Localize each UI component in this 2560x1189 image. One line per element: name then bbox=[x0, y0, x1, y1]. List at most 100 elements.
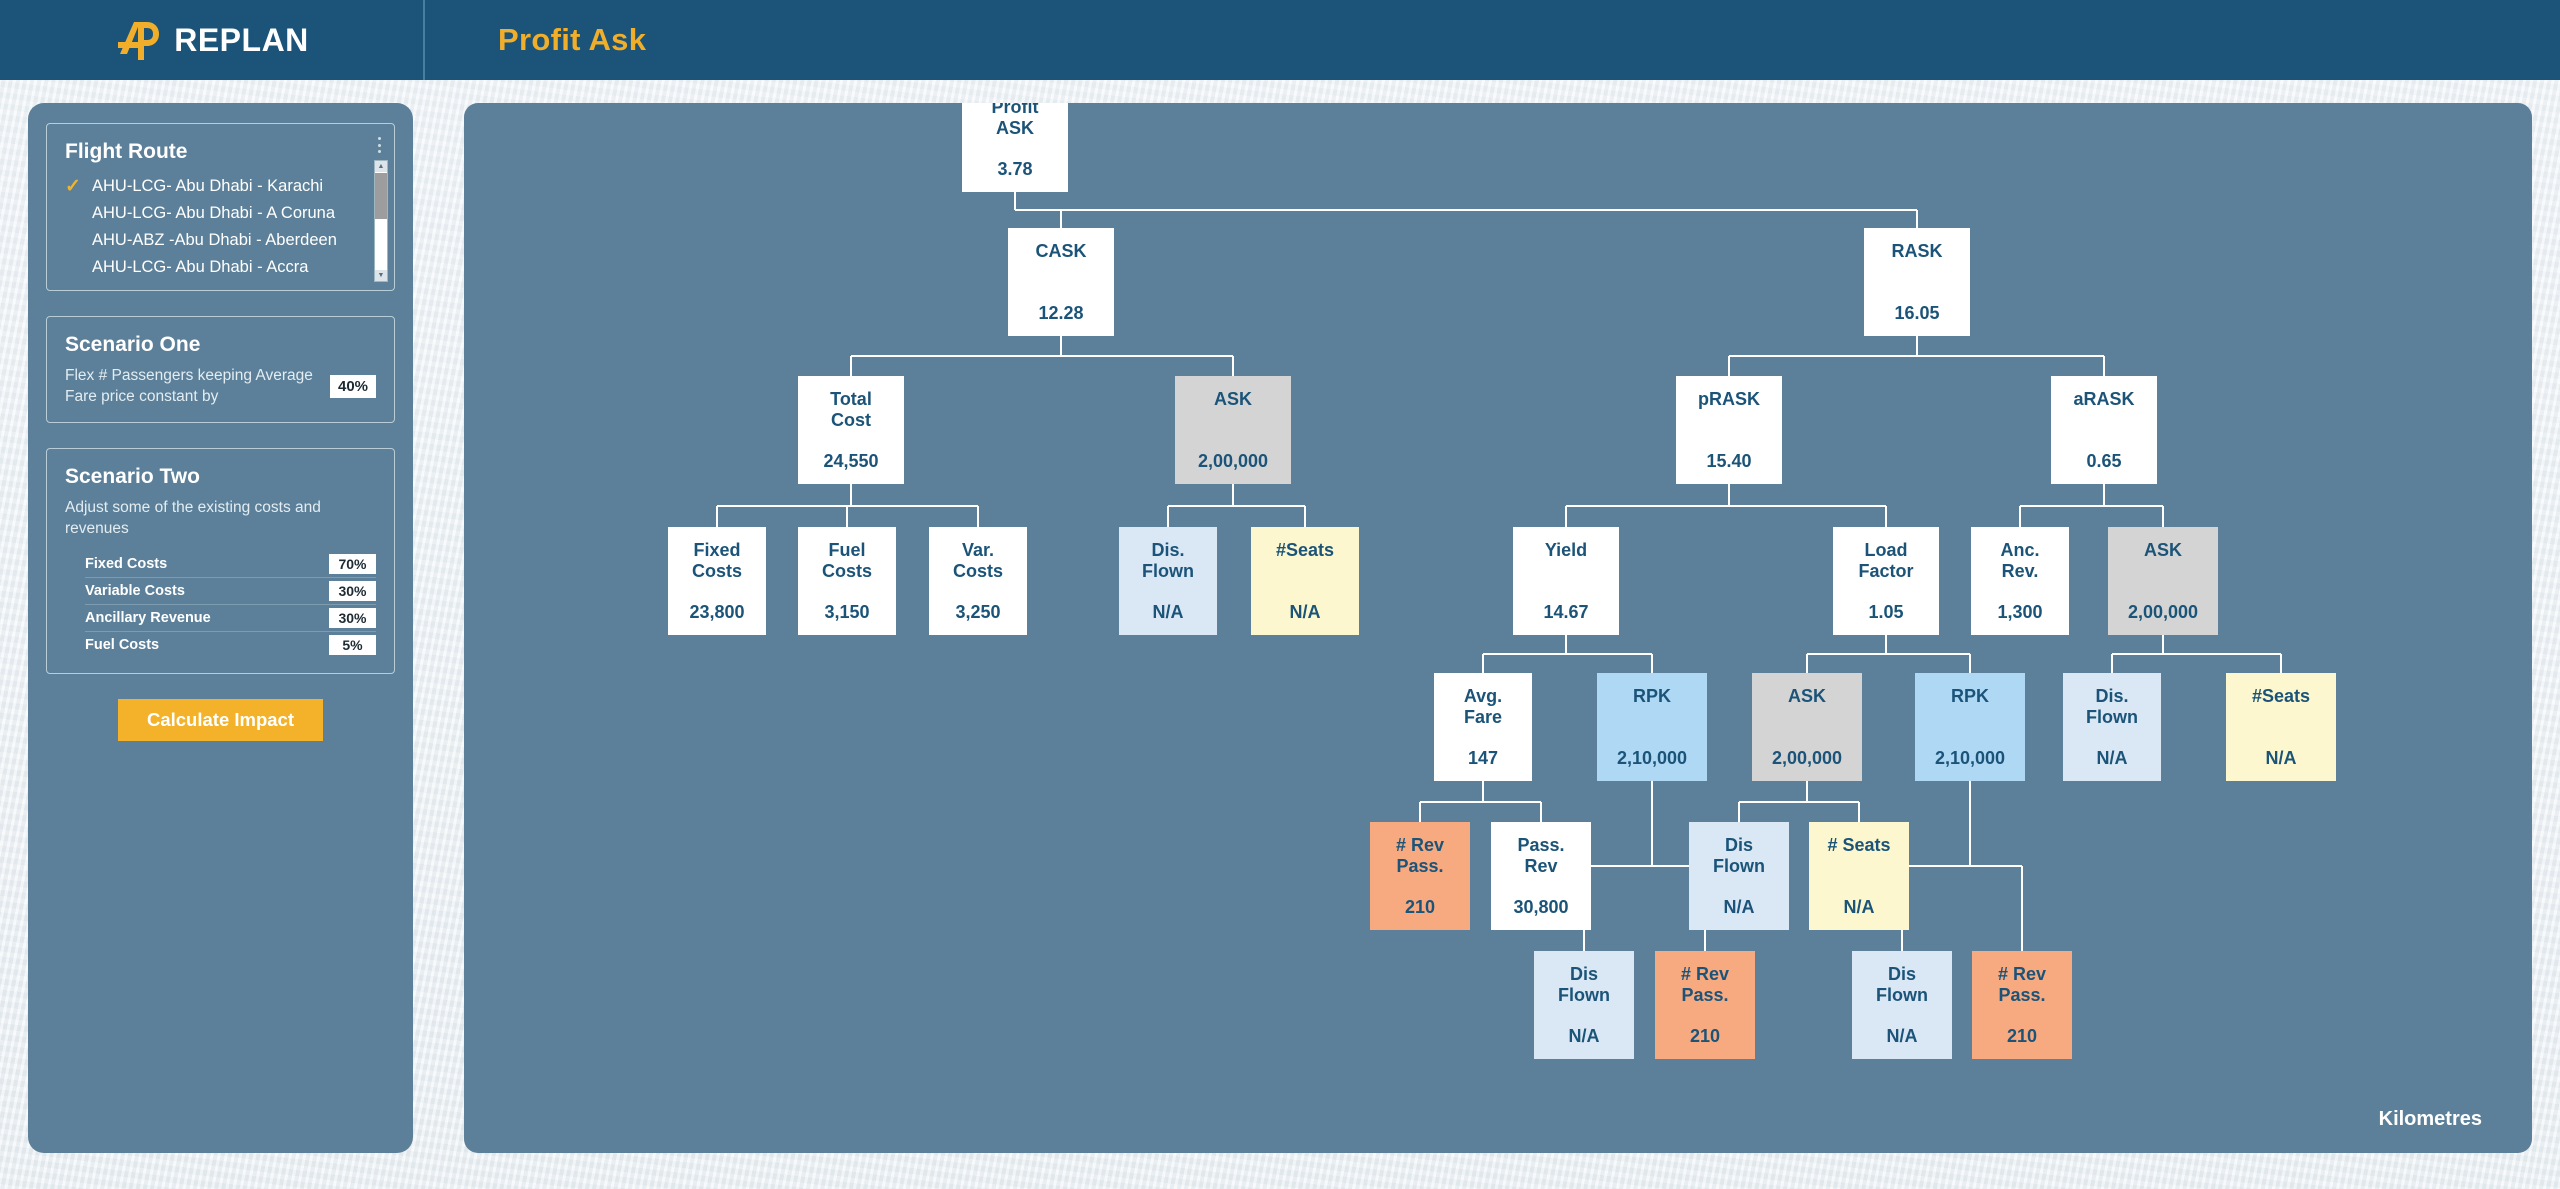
node-label: ASK bbox=[1213, 389, 1252, 409]
scenario-two-description: Adjust some of the existing costs and re… bbox=[65, 498, 321, 537]
scenario-one-description: Flex # Passengers keeping Average Fare p… bbox=[65, 367, 313, 405]
tree-node-pass-rev[interactable]: Pass. Rev 30,800 bbox=[1491, 822, 1591, 930]
tree-node-fixed-costs[interactable]: Fixed Costs 23,800 bbox=[668, 527, 766, 635]
tree-node-rev-pass-1[interactable]: # Rev Pass. 210 bbox=[1370, 822, 1470, 930]
node-label: Var. Costs bbox=[952, 540, 1003, 582]
scroll-down-icon[interactable]: ▼ bbox=[375, 270, 387, 281]
tree-node-rev-pass-2[interactable]: # Rev Pass. 210 bbox=[1655, 951, 1755, 1059]
tree-connector-bus bbox=[1420, 800, 1541, 803]
tree-node-seats-2[interactable]: #Seats N/A bbox=[2226, 673, 2336, 781]
cost-row-fuel-costs: Fuel Costs 5% bbox=[85, 632, 376, 659]
tree-node-rev-pass-3[interactable]: # Rev Pass. 210 bbox=[1972, 951, 2072, 1059]
tree-node-ask-2[interactable]: ASK 2,00,000 bbox=[2108, 527, 2218, 635]
node-label: Profit ASK bbox=[991, 103, 1039, 139]
brand-logo[interactable]: REPLAN bbox=[0, 0, 425, 80]
cost-value-input[interactable]: 30% bbox=[329, 580, 376, 601]
route-item-2[interactable]: ✓ AHU-ABZ -Abu Dhabi - Aberdeen bbox=[65, 227, 376, 254]
tree-connector-drop bbox=[1419, 801, 1421, 822]
tree-node-var-costs[interactable]: Var. Costs 3,250 bbox=[929, 527, 1027, 635]
tree-connector-drop bbox=[1651, 654, 1653, 673]
tree-connector-bus bbox=[1739, 800, 1859, 803]
tree-connector-drop bbox=[977, 505, 979, 527]
node-label: Anc. Rev. bbox=[2000, 540, 2040, 582]
cost-value-input[interactable]: 30% bbox=[329, 607, 376, 628]
tree-connector-drop bbox=[1232, 356, 1234, 376]
tree-node-ask-3[interactable]: ASK 2,00,000 bbox=[1752, 673, 1862, 781]
route-item-1[interactable]: ✓ AHU-LCG- Abu Dhabi - A Coruna bbox=[65, 200, 376, 227]
tree-node-avg-fare[interactable]: Avg. Fare 147 bbox=[1434, 673, 1532, 781]
cost-value-input[interactable]: 5% bbox=[329, 635, 376, 656]
tree-node-seats-3[interactable]: # Seats N/A bbox=[1809, 822, 1909, 930]
tree-connector-stem bbox=[1060, 336, 1062, 356]
tree-node-total-cost[interactable]: Total Cost 24,550 bbox=[798, 376, 904, 484]
cost-label: Fuel Costs bbox=[85, 637, 160, 654]
tree-connector-drop bbox=[2019, 505, 2021, 527]
node-label: Dis Flown bbox=[1558, 964, 1610, 1006]
node-label: Dis. Flown bbox=[1142, 540, 1194, 582]
tree-connector-stem bbox=[1728, 484, 1730, 506]
route-item-3[interactable]: ✓ AHU-LCG- Abu Dhabi - Accra bbox=[65, 254, 376, 281]
node-value: 3.78 bbox=[997, 158, 1033, 179]
tree-connector-drop bbox=[716, 505, 718, 527]
route-label: AHU-LCG- Abu Dhabi - A Coruna bbox=[92, 204, 336, 222]
tree-node-arask[interactable]: aRASK 0.65 bbox=[2051, 376, 2157, 484]
node-value: N/A bbox=[1152, 601, 1184, 622]
tree-connector-drop bbox=[1806, 654, 1808, 673]
tree-connector-drop bbox=[2162, 505, 2164, 527]
tree-node-dis-flown-2[interactable]: Dis. Flown N/A bbox=[2063, 673, 2161, 781]
node-value: 12.28 bbox=[1038, 302, 1084, 323]
tree-connector-stem bbox=[2103, 484, 2105, 506]
tree-connector-drop bbox=[2103, 356, 2105, 376]
tree-node-rask[interactable]: RASK 16.05 bbox=[1864, 228, 1970, 336]
cost-label: Fixed Costs bbox=[85, 555, 168, 572]
scenario-one-title: Scenario One bbox=[65, 333, 201, 356]
node-label: Avg. Fare bbox=[1463, 686, 1503, 728]
tree-connector-bus bbox=[2112, 653, 2281, 655]
tree-node-dis-flown-5[interactable]: Dis Flown N/A bbox=[1852, 951, 1952, 1059]
scroll-up-icon[interactable]: ▲ bbox=[375, 161, 387, 172]
tree-node-anc-rev[interactable]: Anc. Rev. 1,300 bbox=[1971, 527, 2069, 635]
route-list-scrollbar[interactable]: ▲ ▼ bbox=[374, 160, 388, 282]
tree-node-dis-flown-1[interactable]: Dis. Flown N/A bbox=[1119, 527, 1217, 635]
tree-connector-bus bbox=[1168, 504, 1305, 507]
tree-node-profit-ask[interactable]: Profit ASK 3.78 bbox=[962, 103, 1068, 192]
tree-node-seats-1[interactable]: #Seats N/A bbox=[1251, 527, 1359, 635]
tree-connector-stem bbox=[1806, 781, 1808, 802]
node-label: #Seats bbox=[1275, 540, 1335, 560]
scenario-one-value-input[interactable]: 40% bbox=[330, 375, 376, 399]
tree-node-dis-flown-4[interactable]: Dis Flown N/A bbox=[1534, 951, 1634, 1059]
tree-connector-drop bbox=[1916, 210, 1918, 228]
node-value: 2,00,000 bbox=[1771, 747, 1843, 768]
scrollbar-thumb[interactable] bbox=[375, 173, 387, 219]
kebab-menu-icon[interactable] bbox=[372, 134, 386, 156]
tree-node-rpk-1[interactable]: RPK 2,10,000 bbox=[1597, 673, 1707, 781]
tree-node-prask[interactable]: pRASK 15.40 bbox=[1676, 376, 1782, 484]
node-value: N/A bbox=[2096, 747, 2128, 768]
route-label: AHU-LCG- Abu Dhabi - Accra bbox=[92, 258, 309, 276]
top-bar: REPLAN Profit Ask bbox=[0, 0, 2560, 80]
node-value: 30,800 bbox=[1513, 896, 1569, 917]
node-value: 2,00,000 bbox=[2127, 601, 2199, 622]
node-value: 23,800 bbox=[689, 601, 745, 622]
node-label: RPK bbox=[1632, 686, 1671, 706]
tree-node-cask[interactable]: CASK 12.28 bbox=[1008, 228, 1114, 336]
tree-connector-drop bbox=[1540, 801, 1542, 822]
node-label: ASK bbox=[2143, 540, 2182, 560]
tree-node-yield[interactable]: Yield 14.67 bbox=[1513, 527, 1619, 635]
route-item-0[interactable]: ✓ AHU-LCG- Abu Dhabi - Karachi bbox=[65, 173, 376, 200]
tree-connector-drop bbox=[1858, 801, 1860, 822]
tree-node-ask-1[interactable]: ASK 2,00,000 bbox=[1175, 376, 1291, 484]
calculate-impact-button[interactable]: Calculate Impact bbox=[118, 698, 323, 741]
tree-connector-bus bbox=[1902, 865, 2022, 867]
cost-value-input[interactable]: 70% bbox=[329, 553, 376, 574]
node-value: 16.05 bbox=[1894, 302, 1940, 323]
tree-connector-drop bbox=[1167, 505, 1169, 527]
node-value: 210 bbox=[1404, 896, 1436, 917]
tree-connector-bus bbox=[1566, 504, 1886, 507]
tree-node-load-factor[interactable]: Load Factor 1.05 bbox=[1833, 527, 1939, 635]
node-value: N/A bbox=[1886, 1025, 1918, 1046]
tree-node-dis-flown-3[interactable]: Dis Flown N/A bbox=[1689, 822, 1789, 930]
tree-node-fuel-costs[interactable]: Fuel Costs 3,150 bbox=[798, 527, 896, 635]
tree-node-rpk-2[interactable]: RPK 2,10,000 bbox=[1915, 673, 2025, 781]
node-label: #Seats bbox=[2251, 686, 2311, 706]
